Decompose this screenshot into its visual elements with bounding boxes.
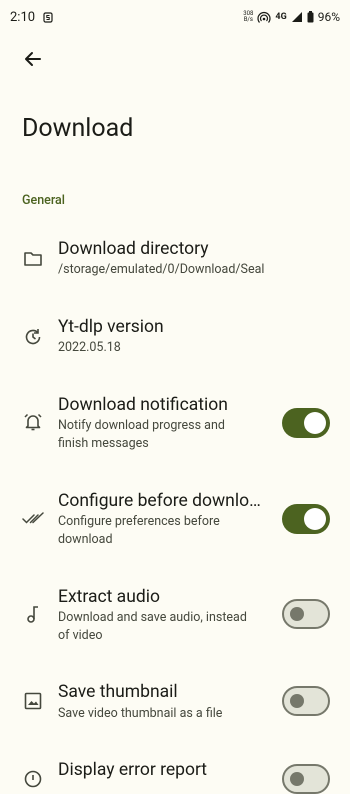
music-note-icon	[22, 603, 44, 625]
toggle-knob	[290, 694, 304, 708]
setting-title: Extract audio	[58, 587, 160, 607]
setting-description: Download and save audio, instead of vide…	[58, 610, 247, 643]
setting-description: Configure preferences before download	[58, 514, 220, 547]
setting-configure-before-download[interactable]: Configure before download Configure pref…	[0, 480, 350, 560]
toggle-knob	[304, 508, 326, 530]
setting-title: Download notification	[58, 395, 228, 415]
status-bar: 2:10 308 B/s 4G 96%	[0, 0, 350, 34]
setting-title: Download directory	[58, 239, 209, 259]
error-icon	[22, 768, 44, 790]
configure-before-download-toggle[interactable]	[282, 504, 330, 534]
hotspot-icon	[257, 11, 271, 23]
setting-title: Configure before download	[58, 491, 268, 511]
setting-title: Save thumbnail	[58, 682, 178, 702]
back-button[interactable]	[18, 44, 48, 74]
double-check-icon	[22, 507, 44, 529]
save-thumbnail-toggle[interactable]	[282, 686, 330, 716]
setting-title: Yt-dlp version	[58, 317, 164, 337]
setting-description: 2022.05.18	[58, 340, 121, 355]
setting-description: Save video thumbnail as a file	[58, 706, 223, 721]
folder-icon	[22, 248, 44, 270]
setting-title: Display error report	[58, 760, 208, 780]
arrow-back-icon	[25, 52, 41, 66]
toggle-knob	[290, 607, 304, 621]
setting-description: /storage/emulated/0/Download/Seal	[58, 262, 265, 277]
display-error-report-toggle[interactable]	[282, 764, 330, 794]
setting-download-notification[interactable]: Download notification Notify download pr…	[0, 384, 350, 464]
status-time: 2:10	[10, 9, 36, 25]
network-speed: 308 B/s	[243, 11, 253, 23]
setting-display-error-report[interactable]: Display error report	[0, 752, 350, 794]
network-speed-unit: B/s	[243, 16, 253, 23]
battery-icon	[307, 11, 314, 23]
setting-ytdlp-version[interactable]: Yt-dlp version 2022.05.18	[0, 306, 350, 370]
alarm-bell-icon	[22, 411, 44, 433]
download-notification-toggle[interactable]	[282, 408, 330, 438]
section-header-general: General	[22, 193, 65, 208]
signal-icon	[291, 11, 303, 23]
setting-save-thumbnail[interactable]: Save thumbnail Save video thumbnail as a…	[0, 672, 350, 736]
toggle-knob	[290, 772, 304, 786]
update-icon	[22, 326, 44, 348]
toggle-knob	[304, 412, 326, 434]
network-type: 4G	[275, 12, 287, 22]
setting-extract-audio[interactable]: Extract audio Download and save audio, i…	[0, 576, 350, 656]
setting-description: Notify download progress and finish mess…	[58, 418, 225, 451]
extract-audio-toggle[interactable]	[282, 599, 330, 629]
page-title: Download	[22, 114, 134, 143]
setting-download-directory[interactable]: Download directory /storage/emulated/0/D…	[0, 228, 350, 292]
image-icon	[22, 690, 44, 712]
notification-s-icon	[43, 11, 53, 23]
battery-level: 96%	[317, 10, 340, 24]
